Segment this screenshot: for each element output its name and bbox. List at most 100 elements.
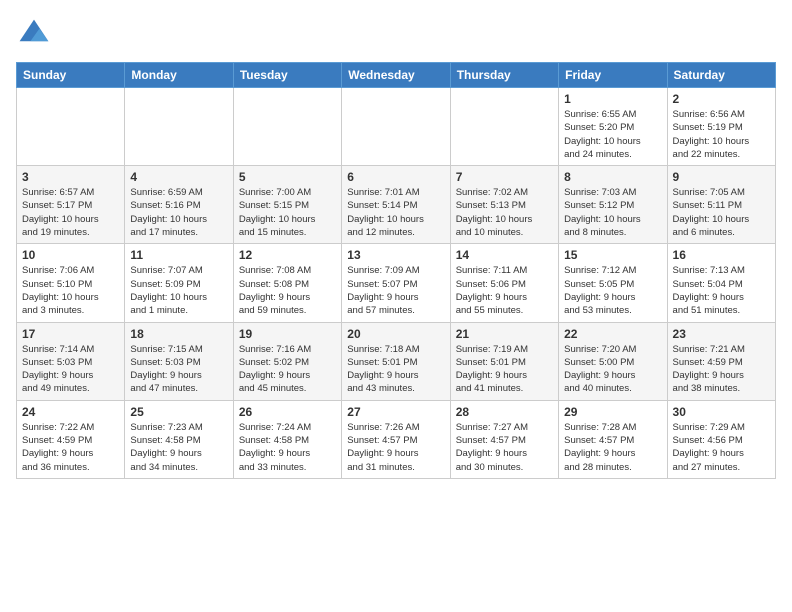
day-number: 29 [564, 405, 661, 419]
calendar-cell: 22Sunrise: 7:20 AM Sunset: 5:00 PM Dayli… [559, 322, 667, 400]
day-info: Sunrise: 7:01 AM Sunset: 5:14 PM Dayligh… [347, 186, 444, 239]
calendar-cell: 3 Sunrise: 6:57 AM Sunset: 5:17 PM Daylig… [17, 166, 125, 244]
day-info: Sunrise: 7:23 AM Sunset: 4:58 PM Dayligh… [130, 421, 227, 474]
calendar-cell: 2 Sunrise: 6:56 AM Sunset: 5:19 PM Daylig… [667, 88, 775, 166]
calendar-cell: 8 Sunrise: 7:03 AM Sunset: 5:12 PM Daylig… [559, 166, 667, 244]
day-info: Sunrise: 7:12 AM Sunset: 5:05 PM Dayligh… [564, 264, 661, 317]
calendar-cell [17, 88, 125, 166]
calendar-cell: 30 Sunrise: 7:29 AM Sunset: 4:56 PM Dayli… [667, 400, 775, 478]
day-info: Sunrise: 7:14 AM Sunset: 5:03 PM Dayligh… [22, 343, 119, 396]
calendar-cell: 10 Sunrise: 7:06 AM Sunset: 5:10 PM Dayli… [17, 244, 125, 322]
calendar-week-row: 3 Sunrise: 6:57 AM Sunset: 5:17 PM Daylig… [17, 166, 776, 244]
day-info: Sunrise: 7:18 AM Sunset: 5:01 PM Dayligh… [347, 343, 444, 396]
day-info: Sunrise: 7:15 AM Sunset: 5:03 PM Dayligh… [130, 343, 227, 396]
calendar-cell: 26 Sunrise: 7:24 AM Sunset: 4:58 PM Dayli… [233, 400, 341, 478]
day-number: 3 [22, 170, 119, 184]
day-number: 10 [22, 248, 119, 262]
day-number: 19 [239, 327, 336, 341]
calendar-cell [342, 88, 450, 166]
day-info: Sunrise: 7:02 AM Sunset: 5:13 PM Dayligh… [456, 186, 553, 239]
day-number: 21 [456, 327, 553, 341]
calendar-cell: 29 Sunrise: 7:28 AM Sunset: 4:57 PM Dayli… [559, 400, 667, 478]
day-number: 13 [347, 248, 444, 262]
day-number: 24 [22, 405, 119, 419]
calendar-header-sunday: Sunday [17, 63, 125, 88]
day-number: 15 [564, 248, 661, 262]
day-info: Sunrise: 7:27 AM Sunset: 4:57 PM Dayligh… [456, 421, 553, 474]
calendar-cell: 12 Sunrise: 7:08 AM Sunset: 5:08 PM Dayli… [233, 244, 341, 322]
calendar-cell [233, 88, 341, 166]
day-info: Sunrise: 7:28 AM Sunset: 4:57 PM Dayligh… [564, 421, 661, 474]
calendar-cell: 18 Sunrise: 7:15 AM Sunset: 5:03 PM Dayli… [125, 322, 233, 400]
calendar-cell: 5 Sunrise: 7:00 AM Sunset: 5:15 PM Daylig… [233, 166, 341, 244]
calendar-cell: 7 Sunrise: 7:02 AM Sunset: 5:13 PM Daylig… [450, 166, 558, 244]
day-number: 5 [239, 170, 336, 184]
calendar-cell: 27Sunrise: 7:26 AM Sunset: 4:57 PM Dayli… [342, 400, 450, 478]
calendar-week-row: 10 Sunrise: 7:06 AM Sunset: 5:10 PM Dayli… [17, 244, 776, 322]
calendar-table: SundayMondayTuesdayWednesdayThursdayFrid… [16, 62, 776, 479]
day-number: 28 [456, 405, 553, 419]
calendar-cell: 4 Sunrise: 6:59 AM Sunset: 5:16 PM Daylig… [125, 166, 233, 244]
calendar-week-row: 17 Sunrise: 7:14 AM Sunset: 5:03 PM Dayli… [17, 322, 776, 400]
day-number: 2 [673, 92, 770, 106]
day-number: 4 [130, 170, 227, 184]
day-number: 26 [239, 405, 336, 419]
day-number: 30 [673, 405, 770, 419]
calendar-cell: 24Sunrise: 7:22 AM Sunset: 4:59 PM Dayli… [17, 400, 125, 478]
day-number: 12 [239, 248, 336, 262]
calendar-cell: 9Sunrise: 7:05 AM Sunset: 5:11 PM Daylig… [667, 166, 775, 244]
calendar-header-row: SundayMondayTuesdayWednesdayThursdayFrid… [17, 63, 776, 88]
day-number: 22 [564, 327, 661, 341]
day-number: 1 [564, 92, 661, 106]
calendar-header-friday: Friday [559, 63, 667, 88]
calendar-cell: 23 Sunrise: 7:21 AM Sunset: 4:59 PM Dayli… [667, 322, 775, 400]
logo-icon [16, 16, 52, 52]
calendar-header-monday: Monday [125, 63, 233, 88]
day-number: 20 [347, 327, 444, 341]
day-info: Sunrise: 6:59 AM Sunset: 5:16 PM Dayligh… [130, 186, 227, 239]
day-info: Sunrise: 7:09 AM Sunset: 5:07 PM Dayligh… [347, 264, 444, 317]
day-number: 18 [130, 327, 227, 341]
day-number: 14 [456, 248, 553, 262]
logo [16, 16, 56, 52]
day-number: 9 [673, 170, 770, 184]
day-info: Sunrise: 7:03 AM Sunset: 5:12 PM Dayligh… [564, 186, 661, 239]
calendar-cell: 20 Sunrise: 7:18 AM Sunset: 5:01 PM Dayli… [342, 322, 450, 400]
calendar-body: 1 Sunrise: 6:55 AM Sunset: 5:20 PM Daylig… [17, 88, 776, 479]
day-info: Sunrise: 6:55 AM Sunset: 5:20 PM Dayligh… [564, 108, 661, 161]
day-info: Sunrise: 6:57 AM Sunset: 5:17 PM Dayligh… [22, 186, 119, 239]
day-number: 8 [564, 170, 661, 184]
calendar-cell: 17 Sunrise: 7:14 AM Sunset: 5:03 PM Dayli… [17, 322, 125, 400]
calendar-cell: 28 Sunrise: 7:27 AM Sunset: 4:57 PM Dayli… [450, 400, 558, 478]
calendar-cell: 11 Sunrise: 7:07 AM Sunset: 5:09 PM Dayli… [125, 244, 233, 322]
day-info: Sunrise: 7:13 AM Sunset: 5:04 PM Dayligh… [673, 264, 770, 317]
day-info: Sunrise: 7:19 AM Sunset: 5:01 PM Dayligh… [456, 343, 553, 396]
day-info: Sunrise: 7:00 AM Sunset: 5:15 PM Dayligh… [239, 186, 336, 239]
calendar-week-row: 24Sunrise: 7:22 AM Sunset: 4:59 PM Dayli… [17, 400, 776, 478]
day-info: Sunrise: 7:07 AM Sunset: 5:09 PM Dayligh… [130, 264, 227, 317]
day-info: Sunrise: 7:29 AM Sunset: 4:56 PM Dayligh… [673, 421, 770, 474]
day-number: 11 [130, 248, 227, 262]
day-info: Sunrise: 7:21 AM Sunset: 4:59 PM Dayligh… [673, 343, 770, 396]
page-header [16, 16, 776, 52]
calendar-header-tuesday: Tuesday [233, 63, 341, 88]
day-info: Sunrise: 7:11 AM Sunset: 5:06 PM Dayligh… [456, 264, 553, 317]
day-info: Sunrise: 6:56 AM Sunset: 5:19 PM Dayligh… [673, 108, 770, 161]
day-info: Sunrise: 7:06 AM Sunset: 5:10 PM Dayligh… [22, 264, 119, 317]
day-info: Sunrise: 7:08 AM Sunset: 5:08 PM Dayligh… [239, 264, 336, 317]
calendar-header-wednesday: Wednesday [342, 63, 450, 88]
day-number: 6 [347, 170, 444, 184]
calendar-cell: 13 Sunrise: 7:09 AM Sunset: 5:07 PM Dayli… [342, 244, 450, 322]
day-number: 17 [22, 327, 119, 341]
calendar-cell: 21 Sunrise: 7:19 AM Sunset: 5:01 PM Dayli… [450, 322, 558, 400]
day-info: Sunrise: 7:26 AM Sunset: 4:57 PM Dayligh… [347, 421, 444, 474]
calendar-cell: 16Sunrise: 7:13 AM Sunset: 5:04 PM Dayli… [667, 244, 775, 322]
calendar-week-row: 1 Sunrise: 6:55 AM Sunset: 5:20 PM Daylig… [17, 88, 776, 166]
day-number: 25 [130, 405, 227, 419]
calendar-cell [450, 88, 558, 166]
day-number: 23 [673, 327, 770, 341]
day-info: Sunrise: 7:24 AM Sunset: 4:58 PM Dayligh… [239, 421, 336, 474]
calendar-cell: 19Sunrise: 7:16 AM Sunset: 5:02 PM Dayli… [233, 322, 341, 400]
calendar-cell: 15 Sunrise: 7:12 AM Sunset: 5:05 PM Dayli… [559, 244, 667, 322]
day-number: 7 [456, 170, 553, 184]
